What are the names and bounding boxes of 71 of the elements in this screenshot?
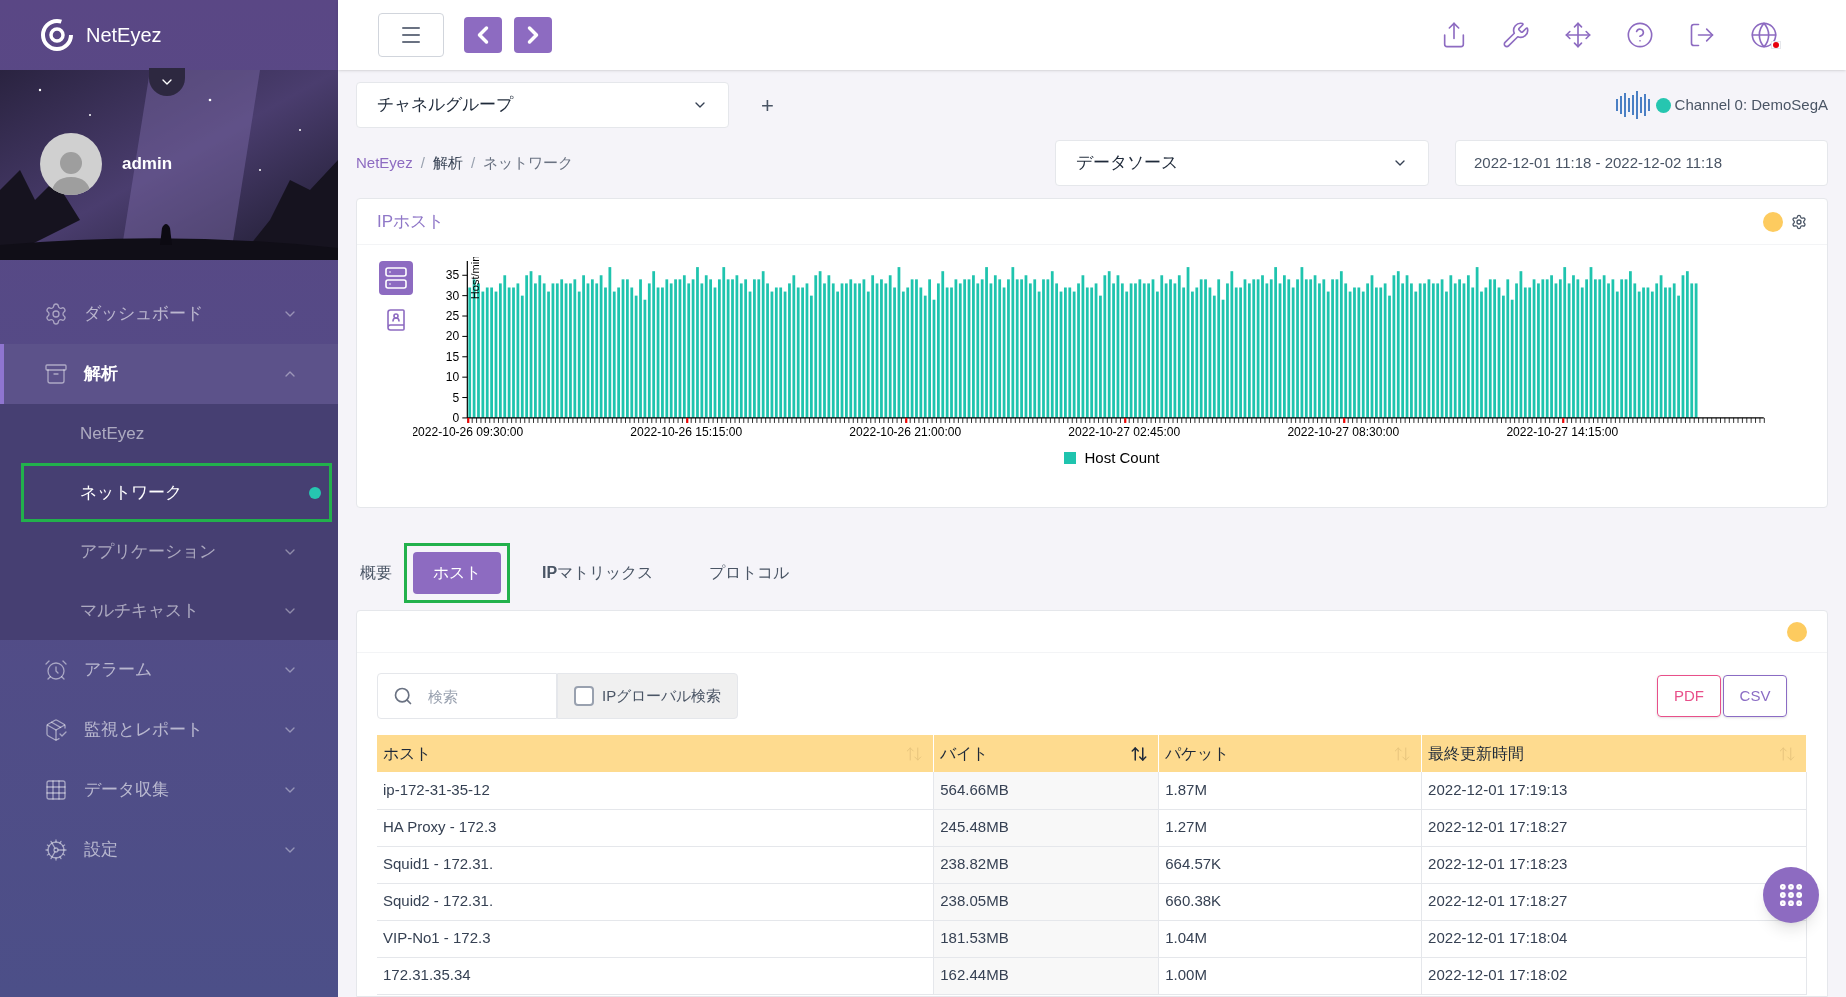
- search-field[interactable]: 検索: [377, 673, 557, 719]
- sidebar-item[interactable]: 設定: [0, 820, 338, 880]
- x-tick-label: 2022-10-26 15:15:00: [630, 425, 743, 439]
- export-button[interactable]: CSV: [1723, 675, 1787, 717]
- sidebar-subitem[interactable]: アプリケーション: [0, 522, 338, 581]
- table-cell: 2022-12-01 17:18:27: [1421, 809, 1807, 846]
- table-cell: 172.31.35.34: [377, 957, 934, 994]
- x-tick-label: 2022-10-27 08:30:00: [1287, 425, 1400, 439]
- y-tick-label: 25: [445, 309, 460, 324]
- y-tick-label: 5: [452, 390, 460, 405]
- table-cell: VIP-No1 - 172.3: [377, 920, 934, 957]
- user-name: admin: [122, 153, 173, 176]
- breadcrumb-link[interactable]: NetEyez: [356, 151, 413, 175]
- table-cell: HA Proxy - 172.3: [377, 809, 934, 846]
- tab[interactable]: プロトコル: [689, 552, 810, 594]
- y-tick-label: 10: [445, 370, 460, 385]
- y-tick-label: 35: [445, 268, 460, 283]
- channel-group-select[interactable]: チャネルグループ: [356, 82, 729, 128]
- sidebar-subitem[interactable]: ネットワーク: [21, 463, 332, 522]
- sidebar-item[interactable]: 解析: [0, 344, 338, 404]
- table-cell: Squid1 - 172.31.: [377, 846, 934, 883]
- column-header[interactable]: パケット: [1165, 741, 1394, 766]
- global-search-checkbox[interactable]: IPグローバル検索: [557, 673, 739, 719]
- add-button[interactable]: +: [761, 88, 774, 122]
- table-cell: 2022-12-01 17:19:13: [1421, 772, 1807, 809]
- breadcrumb-item: ネットワーク: [483, 152, 574, 173]
- tab[interactable]: ホスト: [413, 552, 501, 594]
- breadcrumb-separator: /: [470, 152, 476, 173]
- datasource-select[interactable]: データソース: [1055, 140, 1429, 186]
- column-header[interactable]: バイト: [940, 741, 1131, 766]
- x-tick-label: 2022-10-26 21:00:00: [849, 425, 962, 439]
- x-tick-label: 2022-10-27 14:15:00: [1506, 425, 1619, 439]
- x-tick-label: 2022-10-27 02:45:00: [1068, 425, 1181, 439]
- breadcrumb-separator: /: [420, 152, 425, 173]
- column-header[interactable]: ホスト: [383, 741, 906, 766]
- y-tick-label: 30: [445, 288, 460, 303]
- table-cell: 564.66MB: [933, 772, 1159, 809]
- legend-label: Host Count: [1084, 448, 1160, 469]
- sidebar-item[interactable]: データ収集: [0, 760, 338, 820]
- table-cell: 1.87M: [1158, 772, 1422, 809]
- channel-label: Channel 0: DemoSegA: [1674, 94, 1828, 115]
- y-tick-label: 15: [445, 349, 460, 364]
- tab[interactable]: 概要: [360, 552, 392, 594]
- tab[interactable]: IPマトリックス: [522, 552, 674, 594]
- table-cell: 181.53MB: [933, 920, 1159, 957]
- table-cell: 1.04M: [1158, 920, 1422, 957]
- table-cell: 1.27M: [1158, 809, 1422, 846]
- table-cell: Squid2 - 172.31.: [377, 883, 934, 920]
- sidebar-subitem[interactable]: NetEyez: [0, 404, 338, 463]
- panel-title: IPホスト: [377, 210, 446, 233]
- export-button[interactable]: PDF: [1657, 675, 1721, 717]
- table-cell: 238.82MB: [933, 846, 1159, 883]
- table-cell: 238.05MB: [933, 883, 1159, 920]
- sidebar-subitem[interactable]: マルチキャスト: [0, 581, 338, 640]
- y-tick-label: 0: [452, 410, 460, 425]
- table-cell: 660.38K: [1158, 883, 1422, 920]
- date-range-field[interactable]: 2022-12-01 11:18 - 2022-12-02 11:18: [1455, 140, 1828, 186]
- table-cell: 245.48MB: [933, 809, 1159, 846]
- sidebar-item[interactable]: ダッシュボード: [0, 284, 338, 344]
- table-cell: 1.00M: [1158, 957, 1422, 994]
- table-cell: 162.44MB: [933, 957, 1159, 994]
- table-cell: ip-172-31-35-12: [377, 772, 934, 809]
- sidebar-item[interactable]: 監視とレポート: [0, 700, 338, 760]
- table-cell: 664.57K: [1158, 846, 1422, 883]
- column-header[interactable]: 最終更新時間: [1428, 741, 1778, 766]
- y-axis-title: Host/min: [469, 257, 482, 300]
- y-tick-label: 20: [445, 329, 460, 344]
- breadcrumb-item: 解析: [432, 152, 463, 173]
- app-name: NetEyez: [86, 23, 162, 48]
- sidebar-item[interactable]: アラーム: [0, 640, 338, 700]
- table-cell: 2022-12-01 17:18:02: [1421, 957, 1807, 994]
